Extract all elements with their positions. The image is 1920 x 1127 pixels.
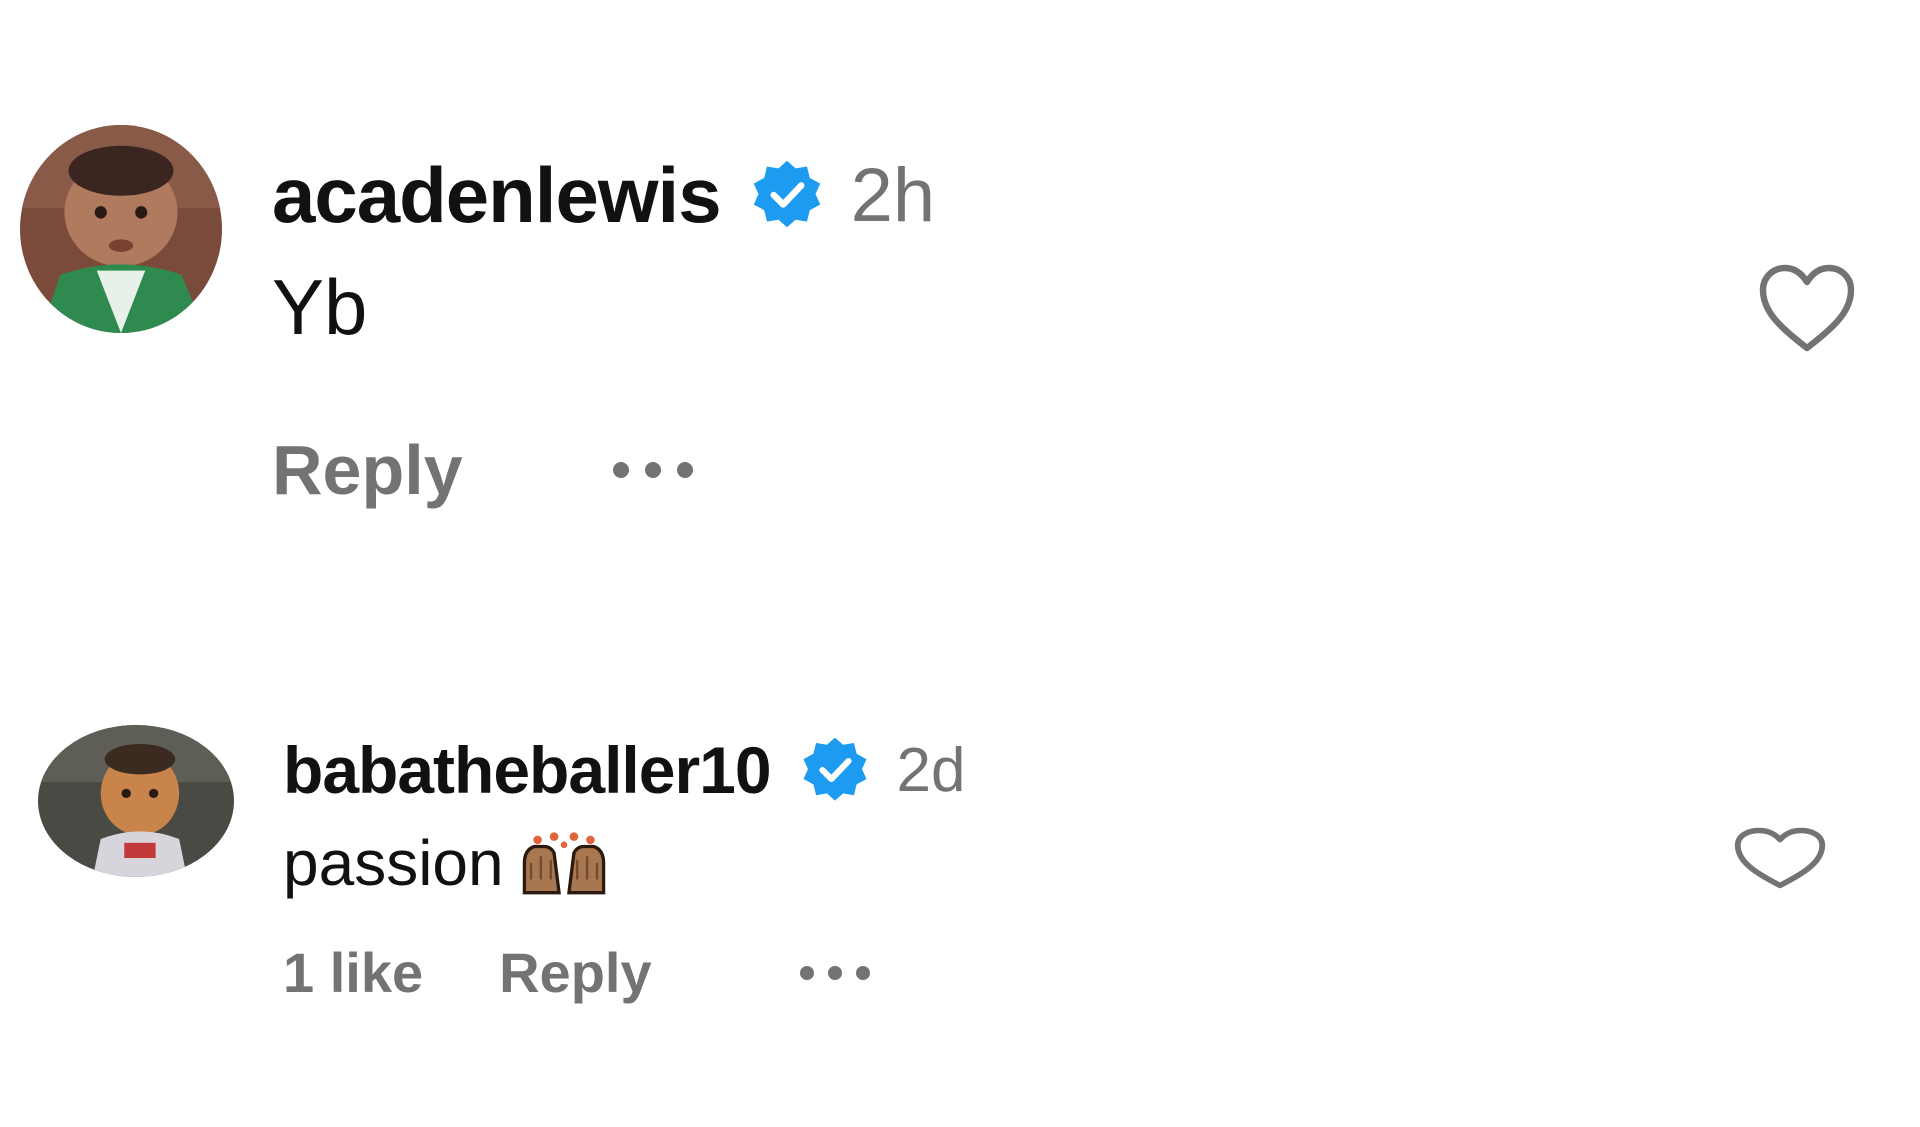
raising-hands-emoji-icon [514, 830, 614, 896]
username[interactable]: babatheballer10 [283, 732, 772, 808]
comment-text-row: passion [283, 826, 614, 900]
comment-header: acadenlewis 2h [272, 150, 935, 240]
reply-button[interactable]: Reply [499, 940, 652, 1005]
avatar[interactable] [38, 725, 234, 877]
comment-timestamp: 2h [850, 152, 936, 238]
more-options-icon[interactable] [799, 965, 884, 980]
comment-actions: Reply [272, 430, 709, 510]
comment-text: Yb [272, 263, 368, 351]
heart-outline-icon[interactable] [1757, 262, 1857, 354]
username[interactable]: acadenlewis [272, 150, 722, 241]
comment-actions: 1 like Reply [283, 940, 884, 1005]
more-options-icon[interactable] [612, 462, 709, 478]
avatar[interactable] [20, 125, 222, 333]
comment-timestamp: 2d [896, 735, 966, 805]
heart-outline-icon[interactable] [1732, 825, 1828, 891]
comment-text: passion [283, 827, 504, 899]
comment-header: babatheballer10 2d [283, 730, 966, 810]
likes-count[interactable]: 1 like [283, 940, 423, 1005]
reply-button[interactable]: Reply [272, 430, 463, 510]
verified-badge-icon [749, 157, 825, 233]
verified-badge-icon [799, 734, 871, 806]
